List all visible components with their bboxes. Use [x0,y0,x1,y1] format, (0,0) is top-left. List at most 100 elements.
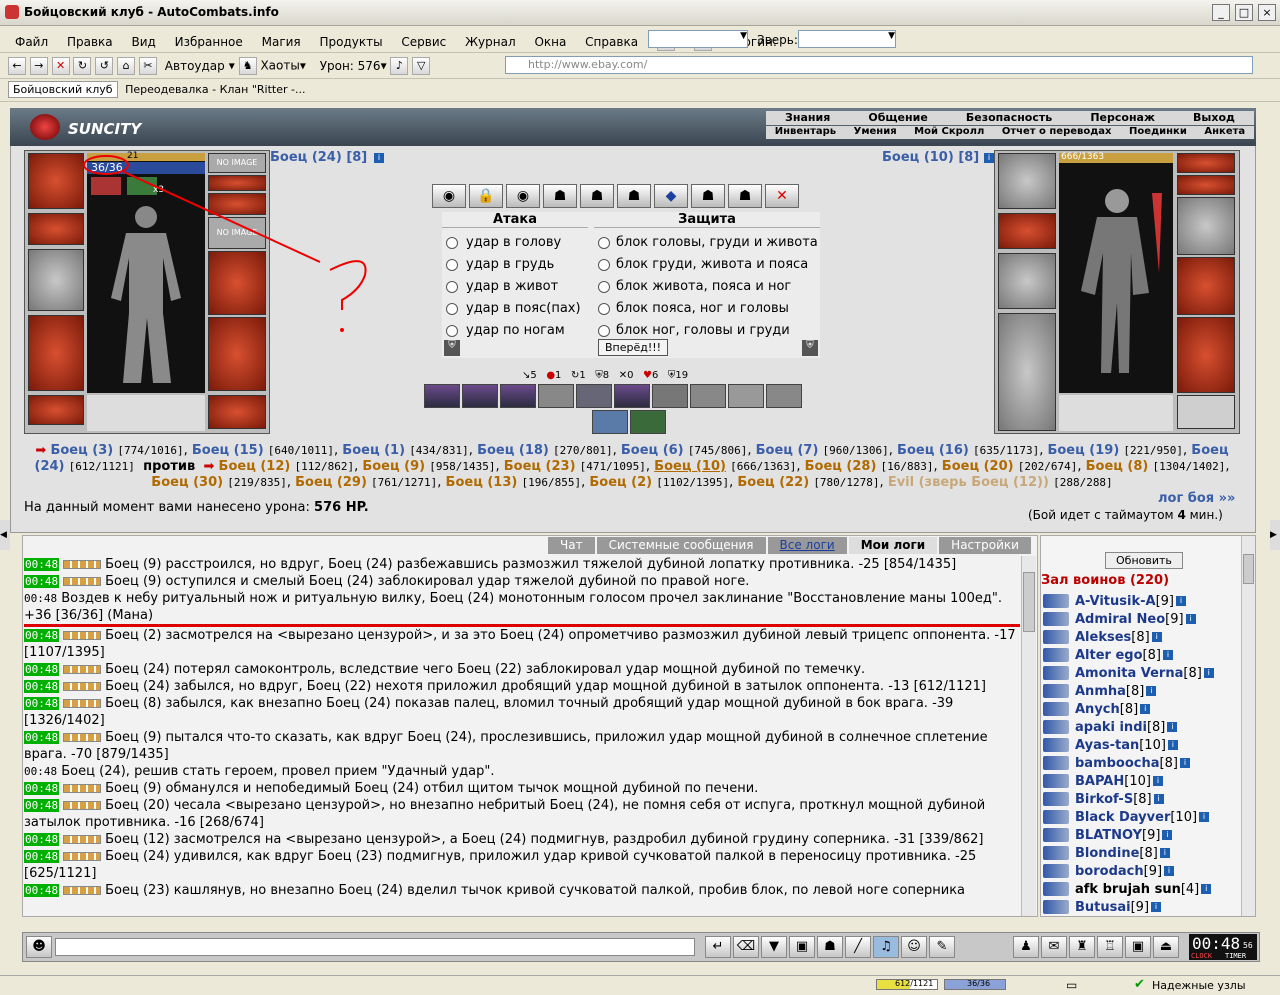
refresh-icon[interactable]: ↻ [73,57,92,75]
user-row[interactable]: Amonita Verna [8] i [1043,664,1239,682]
skill-icon[interactable] [690,384,726,408]
fighter-link[interactable]: Боец (9) [362,459,425,474]
scroll-icon[interactable]: ✉ [1041,936,1067,958]
user-row[interactable]: Blondine [8] i [1043,844,1239,862]
nav-security[interactable]: Безопасность [966,111,1052,125]
beast-select[interactable]: ▼ [798,30,896,48]
skill-icon[interactable] [766,384,802,408]
user-row[interactable]: Admiral Neo [9] i [1043,610,1239,628]
fighter-icon[interactable]: ☗ [817,936,843,958]
tab-fight-club[interactable]: Бойцовский клуб [8,81,118,98]
menu-windows[interactable]: Окна [534,35,566,49]
ring-slots[interactable] [87,395,205,431]
tab-settings[interactable]: Настройки [939,537,1031,554]
attack-option[interactable]: удар в голову [446,232,581,254]
shield-icon[interactable]: ⛨ [444,340,460,356]
tab-wardrobe[interactable]: Переодевалка - Клан "Ritter -... [121,82,309,97]
shield-icon[interactable]: ⛨ [802,340,818,356]
fighter-icon[interactable]: ☗ [728,184,762,208]
fighter-link[interactable]: Боец (16) [897,443,969,458]
close-button[interactable]: × [1258,4,1276,21]
defense-option[interactable]: блок живота, пояса и ног [598,276,818,298]
skill-icon[interactable] [592,410,628,434]
helmet-slot[interactable] [998,153,1056,209]
tab-chat[interactable]: Чат [548,537,595,554]
ring-slots[interactable] [1059,395,1173,431]
fighter-link[interactable]: Боец (29) [295,475,367,490]
user-row[interactable]: bamboocha [8] i [1043,754,1239,772]
home-icon[interactable]: ⌂ [117,57,136,75]
diamond-icon[interactable]: ◆ [654,184,688,208]
enter-icon[interactable]: ↵ [705,936,731,958]
left-player-name[interactable]: Боец (24) [8] [270,150,367,165]
user-row[interactable]: Birkof-S [8] i [1043,790,1239,808]
sound-icon[interactable]: ♪ [390,57,409,75]
exit-icon[interactable]: ⏏ [1153,936,1179,958]
sidebar-scrollbar[interactable] [1241,536,1255,916]
defense-option[interactable]: блок головы, груди и живота [598,232,818,254]
menu-view[interactable]: Вид [131,35,155,49]
fighter-link[interactable]: Боец (2) [589,475,652,490]
forward-button[interactable]: Вперёд!!! [598,339,669,356]
eraser-icon[interactable]: ⌫ [733,936,759,958]
minimize-button[interactable]: _ [1212,4,1230,21]
skill-icon[interactable] [500,384,536,408]
chart-icon[interactable]: ╱ [845,936,871,958]
stop-icon[interactable]: ✕ [51,57,70,75]
music-icon[interactable]: ♫ [873,936,899,958]
user-row[interactable]: Alekses [8] i [1043,628,1239,646]
skill-icon[interactable] [576,384,612,408]
user-row[interactable]: apaki indi [8] i [1043,718,1239,736]
nav-exit[interactable]: Выход [1193,111,1235,125]
fighter-icon[interactable]: ☗ [580,184,614,208]
fighter-link[interactable]: Боец (3) [50,443,113,458]
attack-option[interactable]: удар в живот [446,276,581,298]
info-icon[interactable]: i [374,153,384,163]
cancel-icon[interactable]: ✕ [765,184,799,208]
lock-icon[interactable]: 🔒 [469,184,503,208]
belt-slot[interactable] [28,395,84,425]
boots-slot[interactable] [208,395,266,429]
fighter-icon[interactable]: ☗ [543,184,577,208]
fighter-icon[interactable]: ☗ [617,184,651,208]
defense-option[interactable]: блок груди, живота и пояса [598,254,818,276]
necklace-slot[interactable] [1177,175,1235,195]
reload-icon[interactable]: ↺ [95,57,114,75]
menu-file[interactable]: Файл [15,35,48,49]
fighter-link[interactable]: Боец (28) [805,459,877,474]
chat-input[interactable] [55,938,695,956]
smiley-icon[interactable]: ☻ [26,936,52,958]
back-arrow-icon[interactable]: ← [8,57,26,75]
user-row[interactable]: Butusai [9] i [1043,898,1239,916]
fighter-link[interactable]: Боец (8) [1086,459,1149,474]
log-scrollbar[interactable] [1021,556,1036,916]
refresh-button[interactable]: Обновить [1105,552,1183,569]
helmet-icon[interactable]: ♖ [1097,936,1123,958]
haoty-button[interactable]: Хаоты [260,59,299,73]
attack-option[interactable]: удар в грудь [446,254,581,276]
save-icon[interactable]: ▣ [789,936,815,958]
orb-icon[interactable]: ◉ [506,184,540,208]
armor-slot[interactable] [998,313,1056,431]
maximize-button[interactable]: □ [1235,4,1253,21]
skill-icon[interactable] [424,384,460,408]
nav-inventory[interactable]: Инвентарь [775,126,836,139]
shield-slot[interactable] [1177,257,1235,315]
armor-slot[interactable] [28,315,84,391]
user-row[interactable]: Anych [8] i [1043,700,1239,718]
attack-option[interactable]: удар в пояс(пах) [446,298,581,320]
user-row[interactable]: Alter ego [8] i [1043,646,1239,664]
fighter-link[interactable]: Боец (13) [446,475,518,490]
fighter-link[interactable]: Боец (15) [192,443,264,458]
skill-icon[interactable] [462,384,498,408]
fighter-link[interactable]: Боец (7) [756,443,819,458]
nav-duels[interactable]: Поединки [1129,126,1187,139]
menu-edit[interactable]: Правка [67,35,113,49]
bracer-slot[interactable] [1177,197,1235,255]
nav-social[interactable]: Общение [868,111,927,125]
tab-system[interactable]: Системные сообщения [596,537,766,554]
autoudar-button[interactable]: Автоудар [165,59,225,73]
collapse-left-icon[interactable]: ◀ [0,520,10,550]
gloves-slot[interactable] [998,213,1056,249]
user-row[interactable]: afk brujah sun [4] i [1043,880,1239,898]
